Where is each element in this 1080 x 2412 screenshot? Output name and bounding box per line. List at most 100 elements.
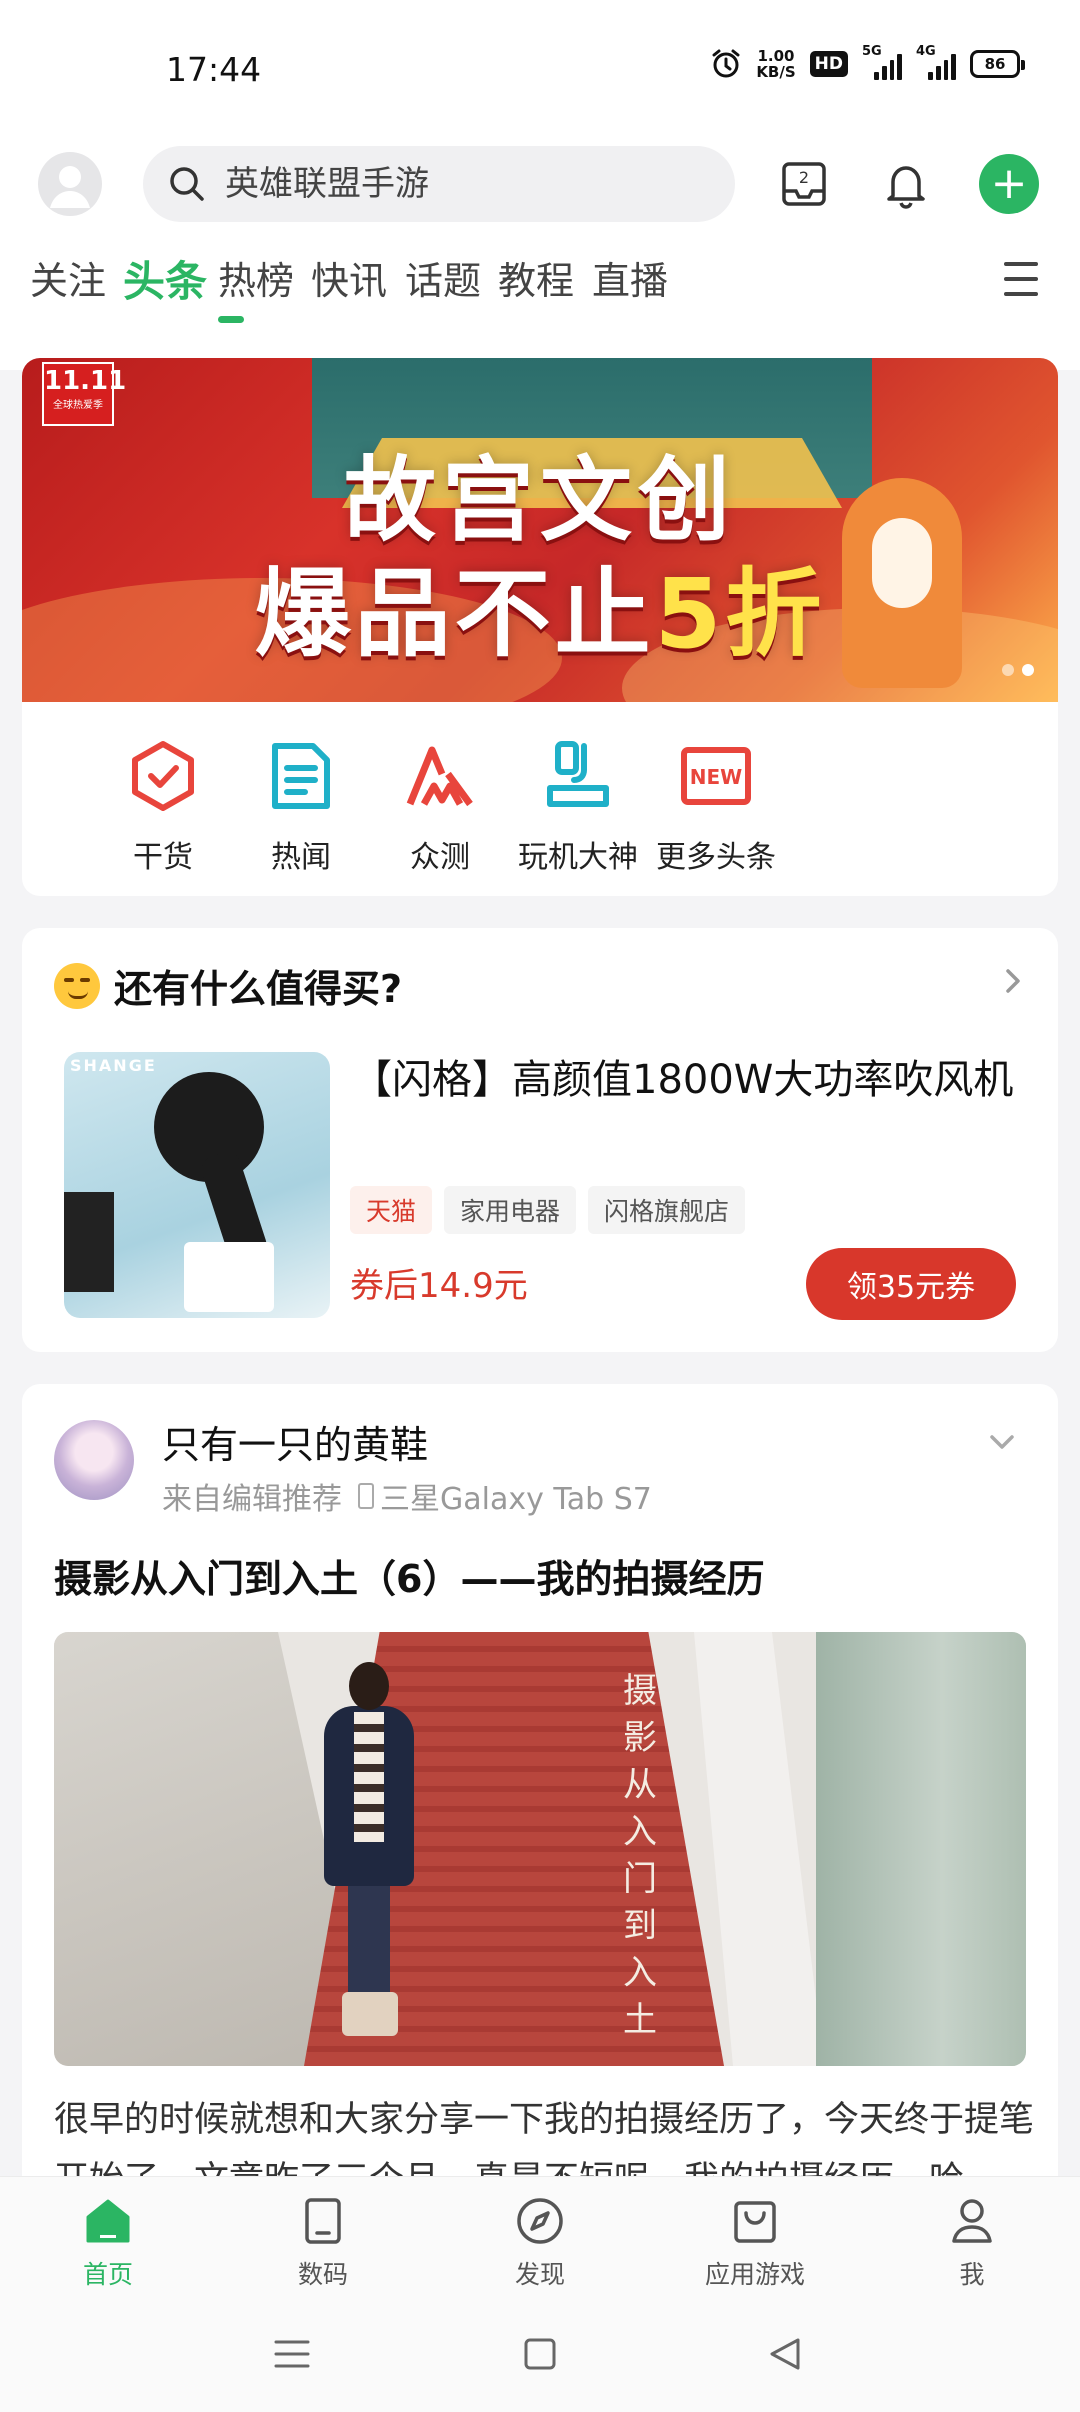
device-icon — [358, 1483, 374, 1509]
nav-label: 数码 — [297, 2260, 348, 2289]
svg-text:NEW: NEW — [690, 765, 742, 789]
document-icon — [272, 743, 330, 809]
nav-discover[interactable]: 发现 — [460, 2195, 620, 2291]
banner-subtitle-text: 爆品不止 — [254, 558, 655, 670]
quick-links: 干货 热闻 众测 玩机大神 NEW 更多头条 — [22, 738, 1058, 878]
back-icon[interactable] — [766, 2336, 806, 2372]
nav-me[interactable]: 我 — [892, 2195, 1052, 2291]
review-logo-icon — [406, 746, 473, 807]
search-icon — [170, 167, 204, 201]
shopping-header: 还有什么值得买? — [54, 958, 402, 1013]
nav-digital[interactable]: 数码 — [243, 2195, 403, 2291]
app-header: 2 + 关注 头条 热榜 快讯 话题 教程 直播 — [0, 140, 1080, 370]
author-avatar[interactable] — [54, 1420, 134, 1500]
active-tab-indicator — [218, 316, 244, 323]
my-avatar[interactable] — [38, 152, 102, 216]
nav-label: 发现 — [514, 2260, 565, 2289]
home-button-icon[interactable] — [520, 2336, 560, 2372]
nav-home[interactable]: 首页 — [28, 2195, 188, 2291]
quick-link-tips[interactable]: 干货 — [83, 738, 243, 876]
product-brand-mark: SHANGE — [70, 1056, 157, 1075]
download-inbox-button[interactable]: 2 — [774, 154, 834, 214]
shopping-card[interactable]: 还有什么值得买? SHANGE 【闪格】高颜值1800W大功率吹风机 天猫 家用… — [22, 928, 1058, 1352]
get-coupon-button[interactable]: 领35元券 — [806, 1248, 1016, 1320]
badge-date: 11.11 — [44, 366, 127, 396]
badge-caption: 全球热爱季 — [53, 400, 103, 411]
person-illustration — [324, 1662, 414, 2042]
shopping-section-title: 还有什么值得买? — [114, 967, 403, 1011]
tab-hot-list[interactable]: 热榜 — [218, 250, 294, 305]
banner-pager — [1002, 664, 1034, 676]
status-icons: 1.00 KB/S HD 5G 4G 86 — [710, 44, 1025, 81]
tab-topics[interactable]: 话题 — [405, 250, 481, 305]
recent-apps-icon[interactable] — [272, 2336, 312, 2372]
alarm-icon — [712, 49, 740, 78]
nav-label: 应用游戏 — [704, 2260, 805, 2289]
pager-dot — [1002, 664, 1014, 676]
plus-icon: + — [990, 158, 1028, 209]
tag-category: 家用电器 — [444, 1186, 577, 1234]
post-device: 三星Galaxy Tab S7 — [380, 1482, 652, 1517]
status-bar: 17:44 1.00 KB/S HD 5G 4G 86 — [0, 0, 1080, 140]
product-image[interactable]: SHANGE — [64, 1052, 330, 1318]
tab-headlines[interactable]: 头条 — [123, 248, 207, 309]
tabs-menu-icon[interactable] — [1004, 262, 1038, 296]
search-bar[interactable] — [143, 146, 735, 222]
badge-check-icon — [132, 741, 194, 811]
channel-tabs: 关注 头条 热榜 快讯 话题 教程 直播 — [0, 250, 1080, 340]
home-icon — [86, 2199, 130, 2243]
network-speed-value: 1.00 — [757, 47, 795, 65]
create-post-button[interactable]: + — [979, 154, 1039, 214]
smirk-emoji-icon — [54, 962, 100, 1009]
product-price: 券后14.9元 — [350, 1266, 528, 1306]
banner-card: 11.11 全球热爱季 故宫文创 爆品不止5折 干货 热闻 众测 玩机大神 NE… — [22, 358, 1058, 896]
signal-5g-icon: 5G — [862, 44, 902, 80]
expert-user-icon — [547, 741, 609, 807]
post-title[interactable]: 摄影从入门到入土（6）——我的拍摄经历 — [54, 1548, 764, 1603]
tag-store: 闪格旗舰店 — [588, 1186, 746, 1234]
bottom-navigation: 首页 数码 发现 应用游戏 我 — [0, 2176, 1080, 2296]
quick-link-gurus[interactable]: 玩机大神 — [498, 738, 658, 876]
post-source: 来自编辑推荐 — [162, 1482, 342, 1517]
tag-platform: 天猫 — [350, 1186, 433, 1234]
author-name[interactable]: 只有一只的黄鞋 — [162, 1414, 428, 1469]
inbox-count: 2 — [799, 168, 809, 187]
inbox-icon: 2 — [782, 162, 826, 206]
nav-apps-games[interactable]: 应用游戏 — [675, 2195, 835, 2291]
double-eleven-badge: 11.11 全球热爱季 — [42, 362, 127, 426]
cover-vertical-text: 摄影从入门到入土 — [623, 1671, 657, 2040]
battery-icon: 86 — [970, 50, 1025, 78]
quick-link-label: 干货 — [133, 840, 193, 875]
pager-dot-active — [1022, 664, 1034, 676]
compass-icon — [517, 2198, 563, 2244]
tabs-fade-overlay — [930, 240, 1010, 310]
tab-follow[interactable]: 关注 — [30, 250, 106, 305]
quick-link-hot-news[interactable]: 热闻 — [221, 738, 381, 876]
quick-link-label: 更多头条 — [656, 840, 776, 875]
network-speed-unit: KB/S — [756, 63, 796, 81]
quick-link-review[interactable]: 众测 — [360, 738, 520, 876]
product-name[interactable]: 【闪格】高颜值1800W大功率吹风机 — [352, 1048, 1022, 1112]
post-cover-image[interactable]: 摄影从入门到入土 — [54, 1632, 1026, 2066]
notifications-button[interactable] — [876, 154, 936, 214]
promo-banner[interactable]: 11.11 全球热爱季 故宫文创 爆品不止5折 — [22, 358, 1058, 702]
status-time: 17:44 — [166, 50, 262, 89]
tab-live[interactable]: 直播 — [592, 250, 668, 305]
chevron-right-icon[interactable] — [998, 966, 1028, 996]
shopping-bag-icon — [734, 2201, 776, 2243]
quick-link-more[interactable]: NEW 更多头条 — [636, 738, 796, 876]
chevron-down-icon[interactable] — [986, 1426, 1018, 1458]
banner-subtitle: 爆品不止5折 — [22, 536, 1058, 675]
banner-discount: 5折 — [654, 558, 826, 670]
quick-link-label: 众测 — [410, 840, 470, 875]
post-meta: 来自编辑推荐 三星Galaxy Tab S7 — [162, 1474, 652, 1518]
tab-news-flash[interactable]: 快讯 — [311, 250, 387, 305]
nav-label: 首页 — [82, 2260, 133, 2289]
system-navigation-bar — [0, 2296, 1080, 2412]
tab-tutorials[interactable]: 教程 — [498, 250, 574, 305]
signal-4g-icon: 4G — [916, 44, 956, 80]
new-badge-icon: NEW — [681, 747, 751, 805]
search-input[interactable] — [225, 164, 705, 204]
person-icon — [952, 2199, 992, 2243]
sim1-network-label: 5G — [862, 44, 882, 59]
